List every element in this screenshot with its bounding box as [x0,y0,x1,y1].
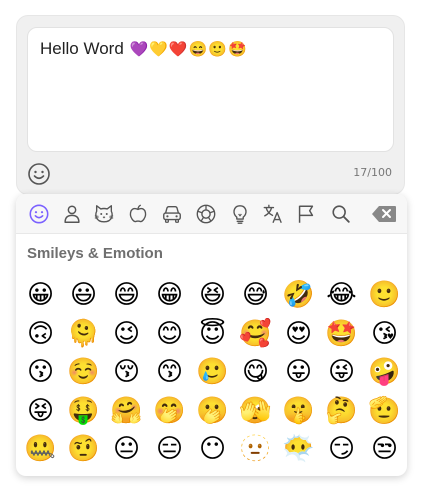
emoji-cell[interactable]: 😆 [191,276,234,315]
message-emoji: 😄 [188,41,208,58]
emoji-cell[interactable]: 😶 [191,430,234,469]
emoji-cell[interactable]: 🫠 [62,315,105,354]
emoji-cell[interactable]: 🫢 [191,392,234,431]
tab-objects[interactable] [229,203,251,225]
emoji-cell[interactable]: 😊 [148,315,191,354]
emoji-cell[interactable]: 😀 [19,276,62,315]
message-emoji: 💜 [129,41,149,58]
emoji-cell[interactable]: 🙃 [19,315,62,354]
emoji-cell[interactable]: 😁 [148,276,191,315]
emoji-cell[interactable]: 🤫 [277,392,320,431]
emoji-cell[interactable]: 🫣 [234,392,277,431]
emoji-cell[interactable]: 🥰 [234,315,277,354]
emoji-cell[interactable]: 🤔 [320,392,363,431]
message-emoji: 💛 [149,41,168,58]
emoji-cell[interactable]: 🤭 [148,392,191,431]
emoji-cell[interactable]: 🤑 [62,392,105,431]
emoji-cell[interactable]: 😅 [234,276,277,315]
message-composer: Hello Word 💜💛❤️😄🙂🤩 17/100 [16,15,405,195]
emoji-toggle-button[interactable] [27,162,51,186]
emoji-cell[interactable]: 🫡 [363,392,406,431]
emoji-grid: 😀 😃 😄 😁 😆 😅 🤣 😂 🙂 🙃 🫠 😉 😊 😇 🥰 😍 🤩 😘 😗 ☺️ 😚 😙 🥲 😋 😛 😜 🤪 😝 🤑 🤗 🤭 🫢 🫣 🤫 🤔 🫡 🤐 🤨 😐… [19,276,407,469]
emoji-cell[interactable]: 😙 [148,353,191,392]
backspace-button[interactable] [371,205,397,223]
apple-icon [129,204,147,223]
emoji-cell[interactable]: 😶‍🌫️ [277,430,320,469]
emoji-cell[interactable]: 😚 [105,353,148,392]
cat-icon [94,205,114,223]
translate-icon [263,204,282,223]
emoji-picker: Smileys & Emotion 😀 😃 😄 😁 😆 😅 🤣 😂 🙂 🙃 🫠 😉 😊 😇 🥰 😍 🤩 😘 😗 ☺️ 😚… [16,194,407,476]
emoji-cell[interactable]: 🤣 [277,276,320,315]
flag-icon [298,205,314,223]
backspace-icon [372,206,396,222]
emoji-cell[interactable]: 🤨 [62,430,105,469]
tab-symbols[interactable] [262,203,284,225]
character-counter: 17/100 [353,166,392,179]
emoji-cell[interactable]: 🥲 [191,353,234,392]
smiley-icon [29,204,49,224]
emoji-cell[interactable]: 😐 [105,430,148,469]
emoji-cell[interactable]: 🤐 [19,430,62,469]
emoji-cell[interactable]: ☺️ [62,353,105,392]
tab-search[interactable] [330,203,352,225]
tab-activities[interactable] [195,203,217,225]
category-tabs [16,194,407,234]
message-text: Hello Word [40,39,124,58]
message-emoji: 🤩 [227,41,247,58]
emoji-cell[interactable]: 🤩 [320,315,363,354]
emoji-cell[interactable]: 😇 [191,315,234,354]
message-input[interactable]: Hello Word 💜💛❤️😄🙂🤩 [27,27,394,152]
person-icon [64,205,80,223]
message-emoji: ❤️ [168,41,188,58]
smiley-outline-icon [28,163,50,185]
emoji-cell[interactable]: 😒 [363,430,406,469]
emoji-cell[interactable]: 😜 [320,353,363,392]
emoji-cell[interactable]: 🫥 [234,430,277,469]
emoji-cell[interactable]: 🙂 [363,276,406,315]
emoji-cell[interactable]: 🤪 [363,353,406,392]
emoji-cell[interactable]: 😏 [320,430,363,469]
car-icon [163,205,181,223]
tab-people[interactable] [61,203,83,225]
emoji-cell[interactable]: 😉 [105,315,148,354]
emoji-cell[interactable]: 🤗 [105,392,148,431]
tab-food[interactable] [127,203,149,225]
tab-animals[interactable] [93,203,115,225]
emoji-cell[interactable]: 😘 [363,315,406,354]
tab-travel[interactable] [161,203,183,225]
message-emoji: 🙂 [208,41,227,58]
emoji-cell[interactable]: 😂 [320,276,363,315]
tab-smileys[interactable] [28,203,50,225]
emoji-cell[interactable]: 😗 [19,353,62,392]
emoji-cell[interactable]: 😍 [277,315,320,354]
emoji-cell[interactable]: 😄 [105,276,148,315]
emoji-cell[interactable]: 😑 [148,430,191,469]
category-title: Smileys & Emotion [27,245,163,262]
emoji-cell[interactable]: 😛 [277,353,320,392]
search-icon [332,205,350,223]
soccer-ball-icon [196,204,216,224]
emoji-cell[interactable]: 😝 [19,392,62,431]
emoji-cell[interactable]: 😃 [62,276,105,315]
tab-flags[interactable] [295,203,317,225]
emoji-cell[interactable]: 😋 [234,353,277,392]
lightbulb-icon [233,205,247,224]
